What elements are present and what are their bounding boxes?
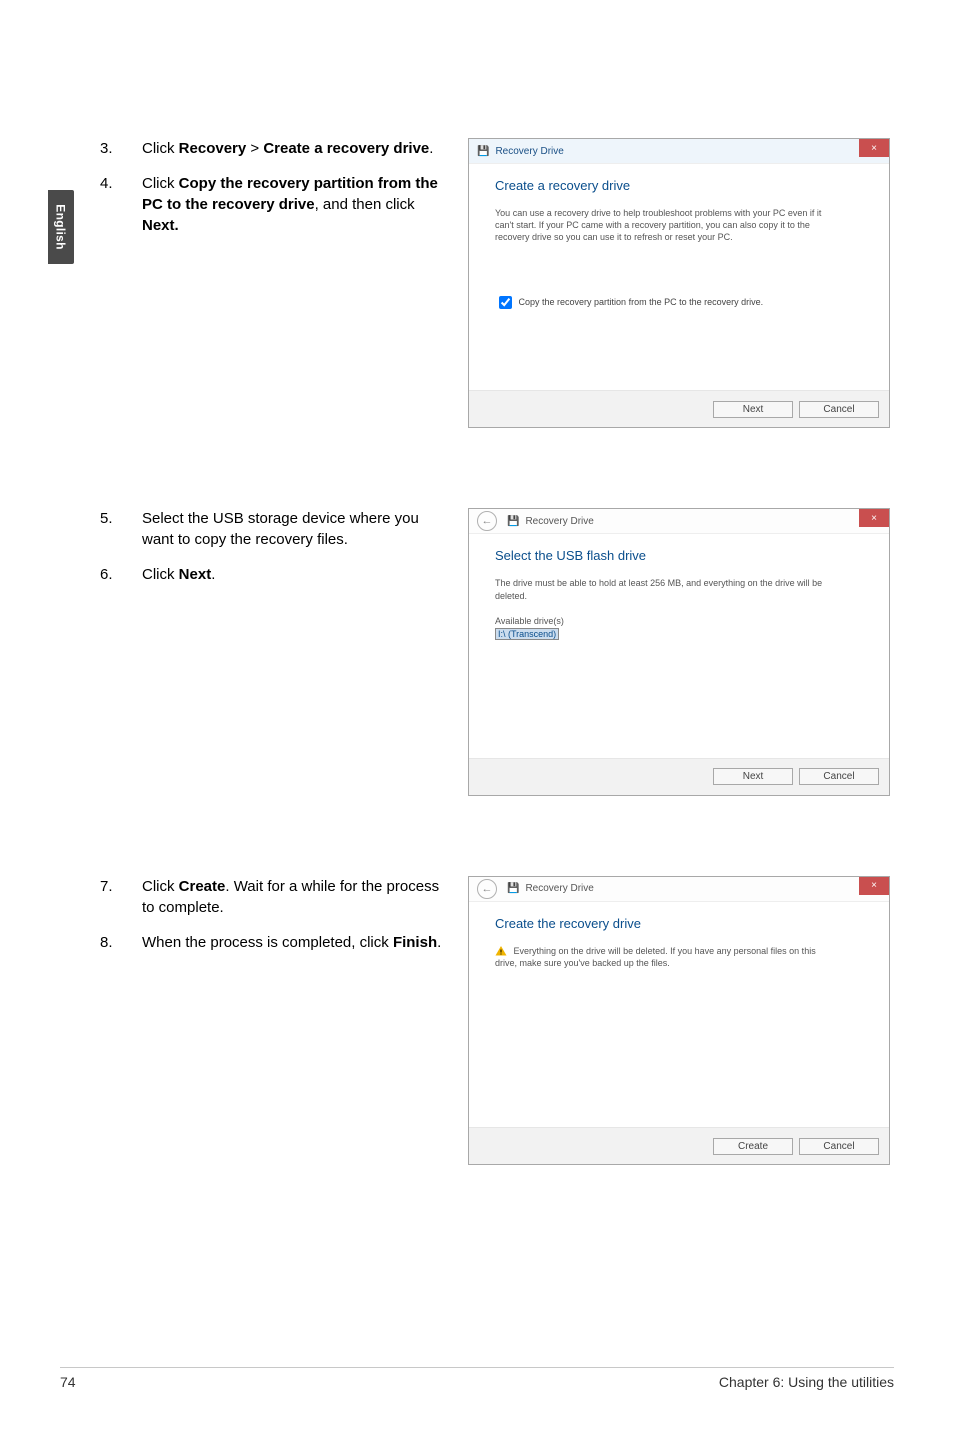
step-number: 7. bbox=[100, 876, 142, 918]
copy-partition-checkbox[interactable] bbox=[499, 296, 512, 309]
step-6: 6. Click Next. bbox=[100, 564, 450, 585]
dialog-title: Recovery Drive bbox=[525, 883, 593, 894]
close-icon[interactable]: × bbox=[859, 509, 889, 527]
step-number: 4. bbox=[100, 173, 142, 236]
back-button[interactable]: ← bbox=[477, 879, 497, 899]
dialog-description: You can use a recovery drive to help tro… bbox=[495, 207, 835, 243]
step-5: 5. Select the USB storage device where y… bbox=[100, 508, 450, 550]
dialog-select-usb: × ← 💾 Recovery Drive Select the USB flas… bbox=[468, 508, 890, 795]
copy-partition-checkbox-row: Copy the recovery partition from the PC … bbox=[495, 293, 867, 312]
dialog-heading: Create a recovery drive bbox=[495, 178, 867, 193]
language-tab-label: English bbox=[54, 204, 68, 249]
back-button[interactable]: ← bbox=[477, 511, 497, 531]
chapter-label: Chapter 6: Using the utilities bbox=[719, 1374, 894, 1390]
warning-icon bbox=[495, 945, 507, 957]
dialog-footer: Next Cancel bbox=[469, 390, 889, 427]
step-body: Click Create. Wait for a while for the p… bbox=[142, 876, 450, 918]
available-drives-label: Available drive(s) bbox=[495, 616, 867, 626]
step-body: Click Next. bbox=[142, 564, 450, 585]
step-body: Select the USB storage device where you … bbox=[142, 508, 450, 550]
page-number: 74 bbox=[60, 1374, 76, 1390]
dialog-description: The drive must be able to hold at least … bbox=[495, 577, 835, 601]
dialog-title: Recovery Drive bbox=[525, 516, 593, 527]
dialog-titlebar: ← 💾 Recovery Drive bbox=[469, 877, 889, 902]
step-number: 6. bbox=[100, 564, 142, 585]
cancel-button[interactable]: Cancel bbox=[799, 401, 879, 418]
dialog-title: Recovery Drive bbox=[495, 146, 563, 157]
recovery-icon: 💾 bbox=[477, 146, 489, 157]
dialog-warning-text: Everything on the drive will be deleted.… bbox=[495, 946, 816, 969]
step-7: 7. Click Create. Wait for a while for th… bbox=[100, 876, 450, 918]
step-number: 3. bbox=[100, 138, 142, 159]
next-button[interactable]: Next bbox=[713, 401, 793, 418]
dialog-titlebar: ← 💾 Recovery Drive bbox=[469, 509, 889, 534]
cancel-button[interactable]: Cancel bbox=[799, 1138, 879, 1155]
cancel-button[interactable]: Cancel bbox=[799, 768, 879, 785]
step-3: 3. Click Recovery > Create a recovery dr… bbox=[100, 138, 450, 159]
language-tab: English bbox=[48, 190, 74, 264]
step-8: 8. When the process is completed, click … bbox=[100, 932, 450, 953]
close-icon[interactable]: × bbox=[859, 139, 889, 157]
dialog-create-drive: × ← 💾 Recovery Drive Create the recovery… bbox=[468, 876, 890, 1166]
dialog-warning: Everything on the drive will be deleted.… bbox=[495, 945, 835, 970]
recovery-icon: 💾 bbox=[507, 516, 519, 527]
drive-option[interactable]: I:\ (Transcend) bbox=[495, 628, 559, 640]
dialog-footer: Next Cancel bbox=[469, 758, 889, 795]
page-footer: 74 Chapter 6: Using the utilities bbox=[60, 1367, 894, 1390]
step-number: 5. bbox=[100, 508, 142, 550]
next-button[interactable]: Next bbox=[713, 768, 793, 785]
copy-partition-label: Copy the recovery partition from the PC … bbox=[519, 297, 764, 307]
close-icon[interactable]: × bbox=[859, 877, 889, 895]
recovery-icon: 💾 bbox=[507, 883, 519, 894]
dialog-titlebar: 💾 Recovery Drive bbox=[469, 139, 889, 164]
step-body: Click Recovery > Create a recovery drive… bbox=[142, 138, 450, 159]
step-body: Click Copy the recovery partition from t… bbox=[142, 173, 450, 236]
dialog-heading: Create the recovery drive bbox=[495, 916, 867, 931]
dialog-heading: Select the USB flash drive bbox=[495, 548, 867, 563]
dialog-footer: Create Cancel bbox=[469, 1127, 889, 1164]
create-button[interactable]: Create bbox=[713, 1138, 793, 1155]
step-4: 4. Click Copy the recovery partition fro… bbox=[100, 173, 450, 236]
step-number: 8. bbox=[100, 932, 142, 953]
step-body: When the process is completed, click Fin… bbox=[142, 932, 450, 953]
dialog-create-recovery-drive: × 💾 Recovery Drive Create a recovery dri… bbox=[468, 138, 890, 428]
